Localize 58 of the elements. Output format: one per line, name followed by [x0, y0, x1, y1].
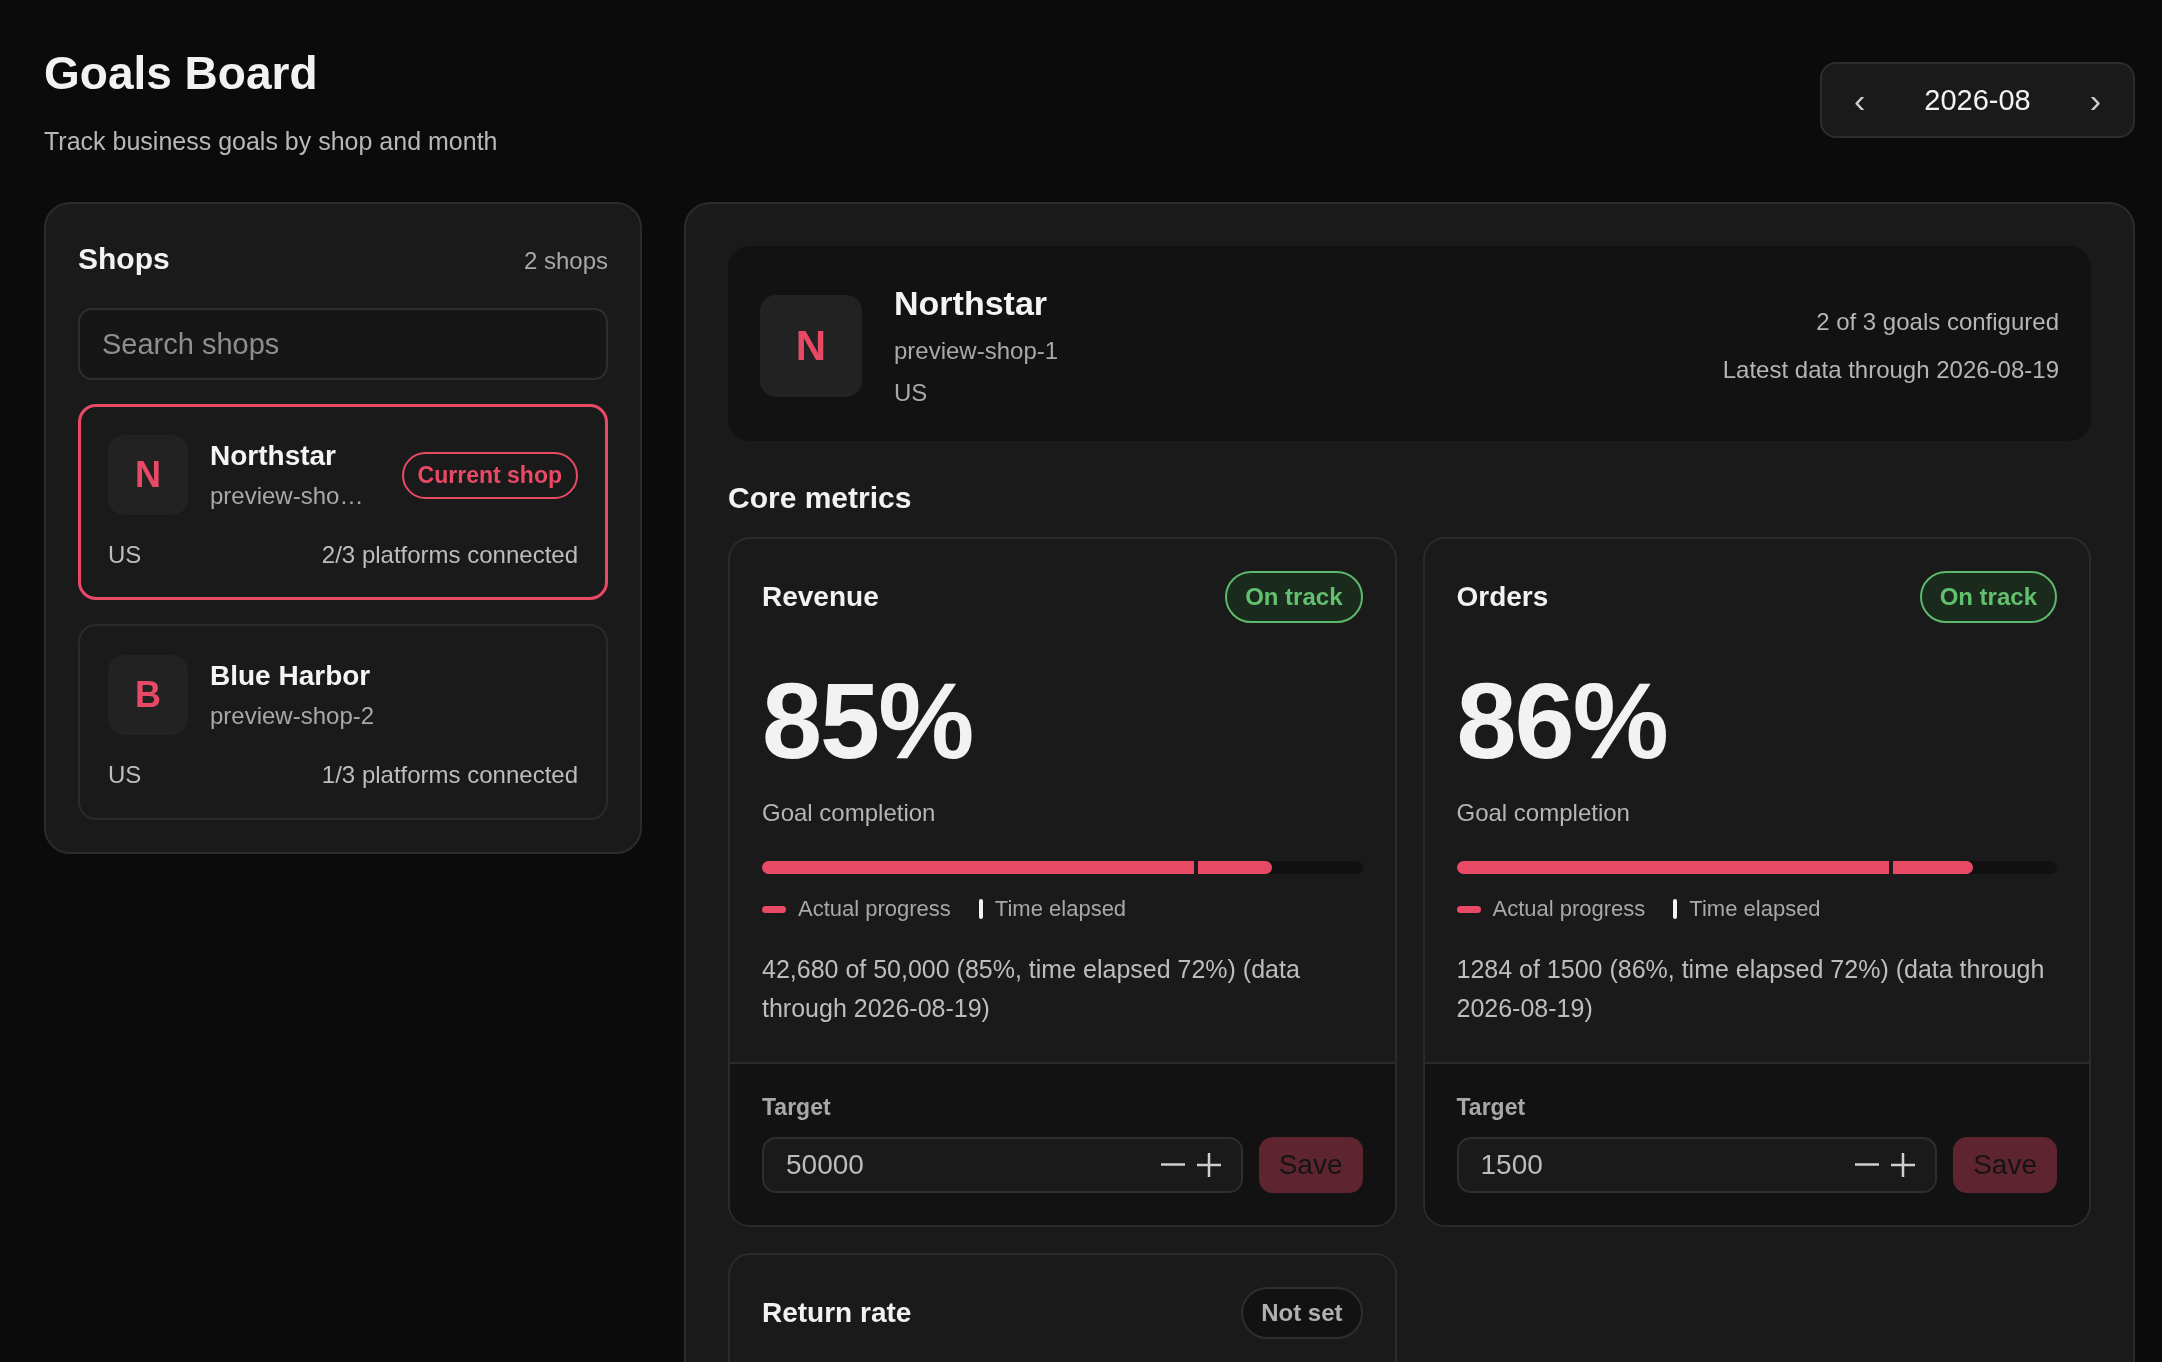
- time-legend-icon: [978, 899, 983, 920]
- legend-label: Actual progress: [1492, 896, 1646, 923]
- status-badge: On track: [1225, 571, 1363, 624]
- progress-legend-icon: [1456, 905, 1481, 913]
- page-subtitle: Track business goals by shop and month: [44, 127, 498, 157]
- shop-avatar: N: [108, 435, 188, 516]
- target-stepper[interactable]: 50000: [762, 1136, 1243, 1193]
- shop-region: US: [108, 541, 142, 570]
- shop-avatar: B: [108, 655, 188, 736]
- metric-title: Revenue: [762, 581, 879, 614]
- completion-percent: 85%: [762, 667, 974, 776]
- plus-icon: [1891, 1152, 1916, 1177]
- goals-configured: 2 of 3 goals configured: [1816, 307, 2059, 336]
- shop-card[interactable]: N Northstar preview-sho… Current shop US 2/3 platforms connected: [78, 404, 608, 601]
- shop-name: Northstar: [210, 440, 337, 473]
- minus-icon: [1855, 1163, 1880, 1167]
- plus-icon: [1196, 1152, 1221, 1177]
- section-title: Core metrics: [728, 481, 913, 516]
- target-input[interactable]: 1500: [1478, 1147, 1850, 1182]
- target-input[interactable]: 50000: [784, 1147, 1155, 1182]
- month-label: 2026-08: [1924, 83, 2031, 117]
- metric-detail: 1284 of 1500 (86%, time elapsed 72%) (data through 2026-08-19): [1456, 954, 2046, 1024]
- progress-legend-icon: [762, 905, 786, 913]
- completion-caption: Goal completion: [1456, 799, 1631, 828]
- legend-label: Time elapsed: [994, 896, 1127, 923]
- previous-month-button[interactable]: ‹: [1848, 83, 1872, 117]
- status-badge: On track: [1919, 571, 2057, 624]
- status-badge: Not set: [1241, 1286, 1363, 1339]
- shop-handle: preview-shop-1: [894, 337, 1059, 366]
- current-shop-badge: Current shop: [401, 451, 578, 499]
- shop-handle: preview-shop-2: [210, 702, 376, 731]
- platforms-status: 1/3 platforms connected: [321, 761, 578, 790]
- minus-icon: [1160, 1163, 1185, 1167]
- metric-detail: 42,680 of 50,000 (85%, time elapsed 72%) (data through 2026-08-19): [762, 954, 1301, 1024]
- panel-title: Shops: [78, 242, 170, 277]
- latest-data-date: Latest data through 2026-08-19: [1722, 355, 2059, 384]
- metric-title: Orders: [1456, 581, 1549, 614]
- legend-label: Time elapsed: [1689, 896, 1821, 923]
- target-stepper[interactable]: 1500: [1456, 1136, 1938, 1193]
- target-label: Target: [1456, 1093, 1527, 1121]
- page-title: Goals Board: [44, 46, 319, 101]
- shop-card[interactable]: B Blue Harbor preview-shop-2 US 1/3 platforms connected: [78, 624, 608, 821]
- shop-name: Northstar: [894, 284, 1049, 324]
- shop-count: 2 shops: [523, 247, 608, 276]
- shop-region: US: [894, 379, 929, 408]
- completion-percent: 86%: [1456, 667, 1668, 776]
- platforms-status: 2/3 platforms connected: [321, 541, 578, 570]
- shop-handle: preview-sho…: [210, 482, 365, 511]
- shop-name: Blue Harbor: [210, 660, 372, 693]
- shop-avatar: N: [760, 294, 862, 397]
- target-label: Target: [762, 1093, 832, 1121]
- completion-caption: Goal completion: [762, 799, 937, 828]
- shop-region: US: [108, 761, 142, 790]
- time-legend-icon: [1673, 899, 1678, 920]
- next-month-button[interactable]: ›: [2083, 83, 2107, 117]
- metric-title: Return rate: [762, 1296, 912, 1329]
- search-field[interactable]: Search shops: [78, 308, 608, 381]
- legend-label: Actual progress: [798, 896, 951, 923]
